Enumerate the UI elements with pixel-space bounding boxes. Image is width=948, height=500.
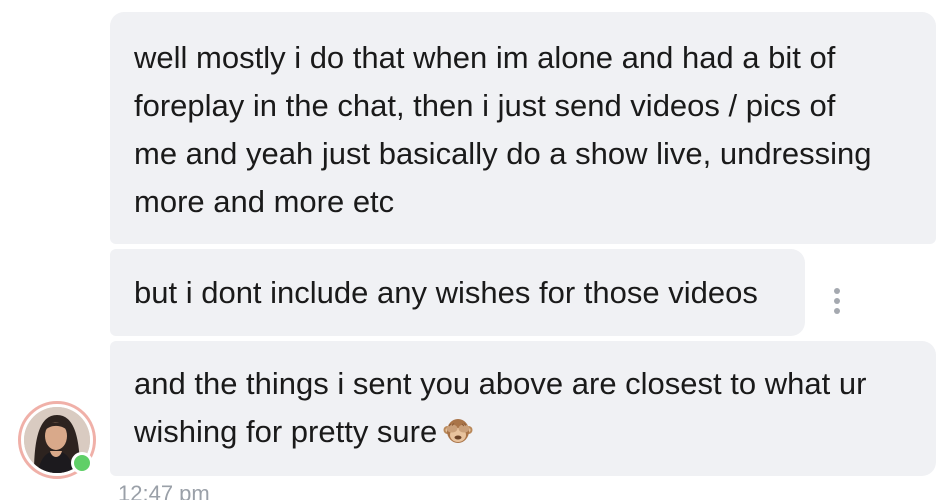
message-timestamp: 12:47 pm: [118, 481, 210, 500]
dot: [834, 308, 840, 314]
message-bubble[interactable]: well mostly i do that when im alone and …: [110, 12, 936, 244]
message-bubble[interactable]: but i dont include any wishes for those …: [110, 249, 805, 336]
message-options-button[interactable]: [829, 286, 845, 316]
message-text: well mostly i do that when im alone and …: [134, 40, 872, 219]
dot: [834, 288, 840, 294]
online-status-indicator: [71, 452, 93, 474]
chat-conversation: well mostly i do that when im alone and …: [0, 0, 948, 500]
see-no-evil-monkey-icon: [443, 412, 473, 460]
message-bubble[interactable]: and the things i sent you above are clos…: [110, 341, 936, 476]
message-text: but i dont include any wishes for those …: [134, 275, 758, 310]
dot: [834, 298, 840, 304]
message-text: and the things i sent you above are clos…: [134, 366, 867, 449]
